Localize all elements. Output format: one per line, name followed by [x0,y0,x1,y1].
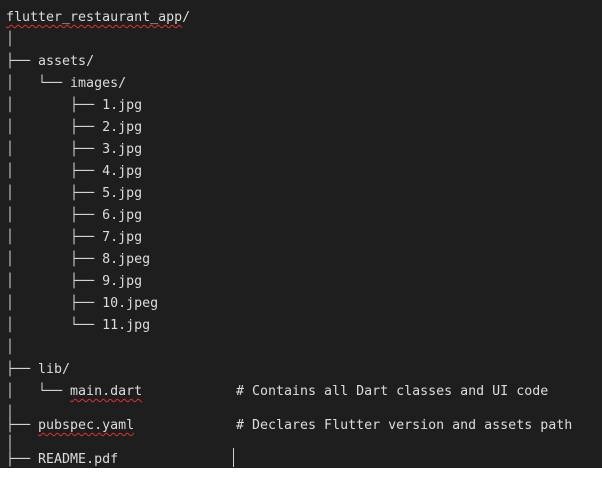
file-name: 1.jpg [102,98,143,113]
folder-name-assets: assets/ [38,54,95,69]
tree-branch: │ ├── [6,186,103,201]
file-name: 9.jpg [102,274,143,289]
tree-branch: │ ├── [6,164,103,179]
tree-connector: │ [6,340,15,355]
tree-connector-line: │ [6,29,14,51]
file-name: 4.jpg [102,164,143,179]
tree-branch: ├── [6,54,39,69]
root-folder-name: flutter_restaurant_app [6,10,183,25]
tree-branch: │ ├── [6,98,103,113]
file-name-main-dart: main.dart [70,384,143,399]
tree-line-file: │ ├── 2.jpg [6,117,142,139]
tree-line-file: │ ├── 9.jpg [6,271,142,293]
code-editor[interactable]: flutter_restaurant_app/ │ ├── assets/ │ … [0,0,602,468]
tree-line-file: │ ├── 10.jpeg [6,293,158,315]
tree-line-file: │ ├── 1.jpg [6,95,142,117]
tree-branch: │ ├── [6,230,103,245]
tree-connector: │ [6,32,15,47]
tree-branch: │ └── [6,76,71,91]
tree-branch: │ ├── [6,142,103,157]
tree-line-root: flutter_restaurant_app/ [6,7,190,29]
file-name: 5.jpg [102,186,143,201]
tree-line-assets: ├── assets/ [6,51,94,73]
file-name: 6.jpg [102,208,143,223]
tree-line-file: │ ├── 8.jpeg [6,249,150,271]
text-cursor [233,448,234,467]
file-name: 2.jpg [102,120,143,135]
folder-name-images: images/ [70,76,127,91]
tree-line-images: │ └── images/ [6,73,126,95]
tree-line-main-dart: │ └── main.dart [6,381,142,403]
tree-line-file: │ ├── 7.jpg [6,227,142,249]
tree-line-file: │ ├── 6.jpg [6,205,142,227]
tree-branch: │ ├── [6,296,103,311]
tree-line-file: │ ├── 5.jpg [6,183,142,205]
tree-branch: ├── [6,452,39,467]
tree-line-file: │ └── 11.jpg [6,315,150,337]
tree-line-readme: ├── README.pdf [6,449,118,468]
tree-line-file: │ ├── 4.jpg [6,161,142,183]
tree-connector-line: │ [6,337,14,359]
pubspec-comment: # Declares Flutter version and assets pa… [236,418,573,433]
tree-branch: ├── [6,362,39,377]
main-dart-comment: # Contains all Dart classes and UI code [236,384,549,399]
tree-line-file: │ ├── 3.jpg [6,139,142,161]
file-name: 7.jpg [102,230,143,245]
tree-branch: │ ├── [6,252,103,267]
root-folder-slash: / [182,10,191,25]
tree-line-pubspec: ├── pubspec.yaml [6,415,134,437]
file-name: 11.jpg [102,318,151,333]
file-name: 10.jpeg [102,296,159,311]
tree-branch: │ ├── [6,208,103,223]
bottom-margin [0,468,602,498]
tree-branch: ├── [6,418,39,433]
tree-branch: │ ├── [6,120,103,135]
file-name: 8.jpeg [102,252,151,267]
file-name-pubspec: pubspec.yaml [38,418,135,433]
tree-branch: │ └── [6,384,71,399]
file-name: 3.jpg [102,142,143,157]
tree-branch: │ ├── [6,274,103,289]
folder-name-lib: lib/ [38,362,71,377]
file-name-readme: README.pdf [38,452,119,467]
tree-branch: │ └── [6,318,103,333]
tree-line-lib: ├── lib/ [6,359,70,381]
